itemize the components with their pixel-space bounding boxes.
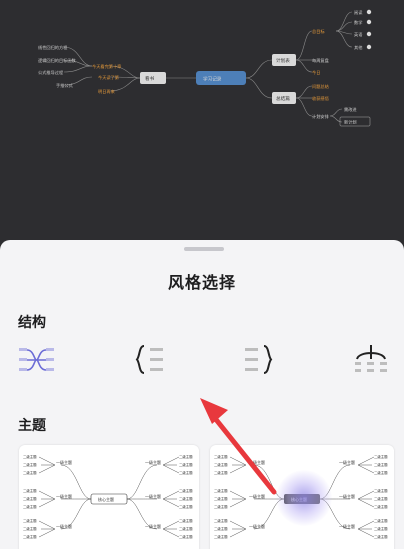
mindmap-center-label: 学习记录 — [203, 76, 222, 83]
theme-1-first-label-5: 一级主题 — [145, 493, 161, 499]
mindmap-right-top: 计划表 — [276, 57, 290, 64]
mindmap-left-branch-2: 今天读了第 — [98, 74, 119, 81]
theme-2-second-label-14: 二级主题 — [374, 496, 388, 501]
theme-2-second-label-6: 二级主题 — [214, 504, 228, 509]
sheet-drag-handle[interactable] — [184, 247, 224, 251]
theme-2-second-label-11: 二级主题 — [374, 462, 388, 467]
theme-1-second-label-4: 二级主题 — [23, 488, 37, 493]
theme-1-second-label-6: 二级主题 — [23, 504, 37, 509]
theme-preview-classic: 核心主题 一级主题 一级主题 一级主题 一级主题 一级主题 一级主题 二级主题 … — [23, 454, 193, 539]
touch-indicator — [276, 470, 332, 526]
theme-2-first-label-6: 一级主题 — [339, 523, 355, 529]
mindmap-graph: 学习记录 看书 今天看完第十章 今天读了第 明日再来 线性回归的方程 逻辑回归的… — [38, 9, 372, 127]
theme-2-second-label-9: 二级主题 — [214, 534, 228, 539]
mindmap-right-bottom: 总结篇 — [276, 95, 290, 102]
theme-1-second-label-9: 二级主题 — [23, 534, 37, 539]
annotation-arrow-icon — [200, 398, 277, 495]
theme-2-first-label-3: 一级主题 — [249, 523, 265, 529]
mindmap-right-top-leaf-4: 其他 — [354, 44, 363, 51]
mindmap-right-bottom-leaf-1: 需改进 — [344, 106, 357, 113]
theme-2-second-label-8: 二级主题 — [214, 526, 228, 531]
theme-1-second-label-2: 二级主题 — [23, 462, 37, 467]
structure-mindmap-option[interactable] — [17, 342, 57, 378]
theme-1-center-label: 核心主题 — [98, 496, 114, 502]
structure-right-logic-option[interactable] — [130, 342, 170, 378]
mindmap-right-top-branch-3: 今日 — [312, 69, 320, 76]
theme-1-second-label-8: 二级主题 — [23, 526, 37, 531]
sheet-title: 风格选择 — [167, 273, 236, 292]
theme-2-second-label-12: 二级主题 — [374, 470, 388, 475]
mindmap-left-leaf-4: 手推公式 — [56, 82, 74, 89]
theme-1-second-label-15: 二级主题 — [179, 504, 193, 509]
mindmap-left-leaf-1: 线性回归的方程 — [38, 44, 68, 51]
theme-1-first-label-4: 一级主题 — [145, 459, 161, 465]
theme-1-second-label-1: 二级主题 — [23, 454, 37, 459]
theme-2-second-label-18: 二级主题 — [374, 534, 388, 539]
right-logic-structure-icon — [135, 345, 163, 374]
mindmap-right-top-leaf-1: 阅读 — [354, 9, 362, 16]
org-chart-structure-icon — [355, 345, 387, 372]
theme-2-second-label-16: 二级主题 — [374, 518, 388, 523]
mindmap-left-leaf-3: 公式推导过程 — [38, 69, 64, 76]
theme-1-first-label-2: 一级主题 — [56, 493, 72, 499]
theme-1-second-label-3: 二级主题 — [23, 470, 37, 475]
theme-1-second-label-7: 二级主题 — [23, 518, 37, 523]
theme-section-label: 主题 — [18, 418, 46, 434]
mindmap-left-leaf-2: 逻辑回归的目标函数 — [38, 57, 77, 64]
theme-1-first-label-3: 一级主题 — [56, 523, 72, 529]
theme-1-second-label-5: 二级主题 — [23, 496, 37, 501]
theme-2-first-label-4: 一级主题 — [339, 459, 355, 465]
mindmap-right-top-leaf-3: 英语 — [354, 31, 362, 38]
mindmap-right-top-leaf-2: 数学 — [354, 19, 362, 26]
theme-1-second-label-18: 二级主题 — [179, 534, 193, 539]
theme-1-second-label-16: 二级主题 — [179, 518, 193, 523]
structure-section-label: 结构 — [18, 315, 46, 331]
theme-2-second-label-10: 二级主题 — [374, 454, 388, 459]
theme-2-second-label-13: 二级主题 — [374, 488, 388, 493]
mindmap-right-bottom-leaf-2: 新计划 — [344, 119, 357, 126]
mindmap-right-bottom-branch-3: 计划安排 — [312, 113, 330, 120]
theme-2-first-label-5: 一级主题 — [339, 493, 355, 499]
mindmap-right-bottom-branch-2: 收获感悟 — [312, 95, 329, 102]
mindmap-right-bottom-branch-1: 问题总结 — [312, 83, 329, 90]
theme-1-second-label-17: 二级主题 — [179, 526, 193, 531]
mindmap-right-top-branch-2: 每周复盘 — [312, 57, 329, 64]
mindmap-right-top-branch-1: 总目标 — [312, 28, 325, 35]
mindmap-structure-icon — [19, 348, 54, 371]
mindmap-left-branch-3: 明日再来 — [98, 89, 116, 95]
theme-card-classic[interactable]: 核心主题 一级主题 一级主题 一级主题 一级主题 一级主题 一级主题 二级主题 … — [19, 445, 199, 549]
structure-org-chart-option[interactable] — [353, 342, 393, 378]
left-logic-structure-icon — [245, 345, 273, 374]
mindmap-left-branch-1: 今天看完第十章 — [92, 63, 121, 70]
mindmap-canvas[interactable]: 学习记录 看书 今天看完第十章 今天读了第 明日再来 线性回归的方程 逻辑回归的… — [0, 0, 404, 245]
structure-left-logic-option[interactable] — [240, 342, 280, 378]
theme-1-first-label-6: 一级主题 — [145, 523, 161, 529]
theme-2-second-label-17: 二级主题 — [374, 526, 388, 531]
theme-1-first-label-1: 一级主题 — [56, 459, 72, 465]
theme-2-second-label-7: 二级主题 — [214, 518, 228, 523]
theme-2-second-label-15: 二级主题 — [374, 504, 388, 509]
mindmap-left-mid: 看书 — [145, 75, 155, 82]
